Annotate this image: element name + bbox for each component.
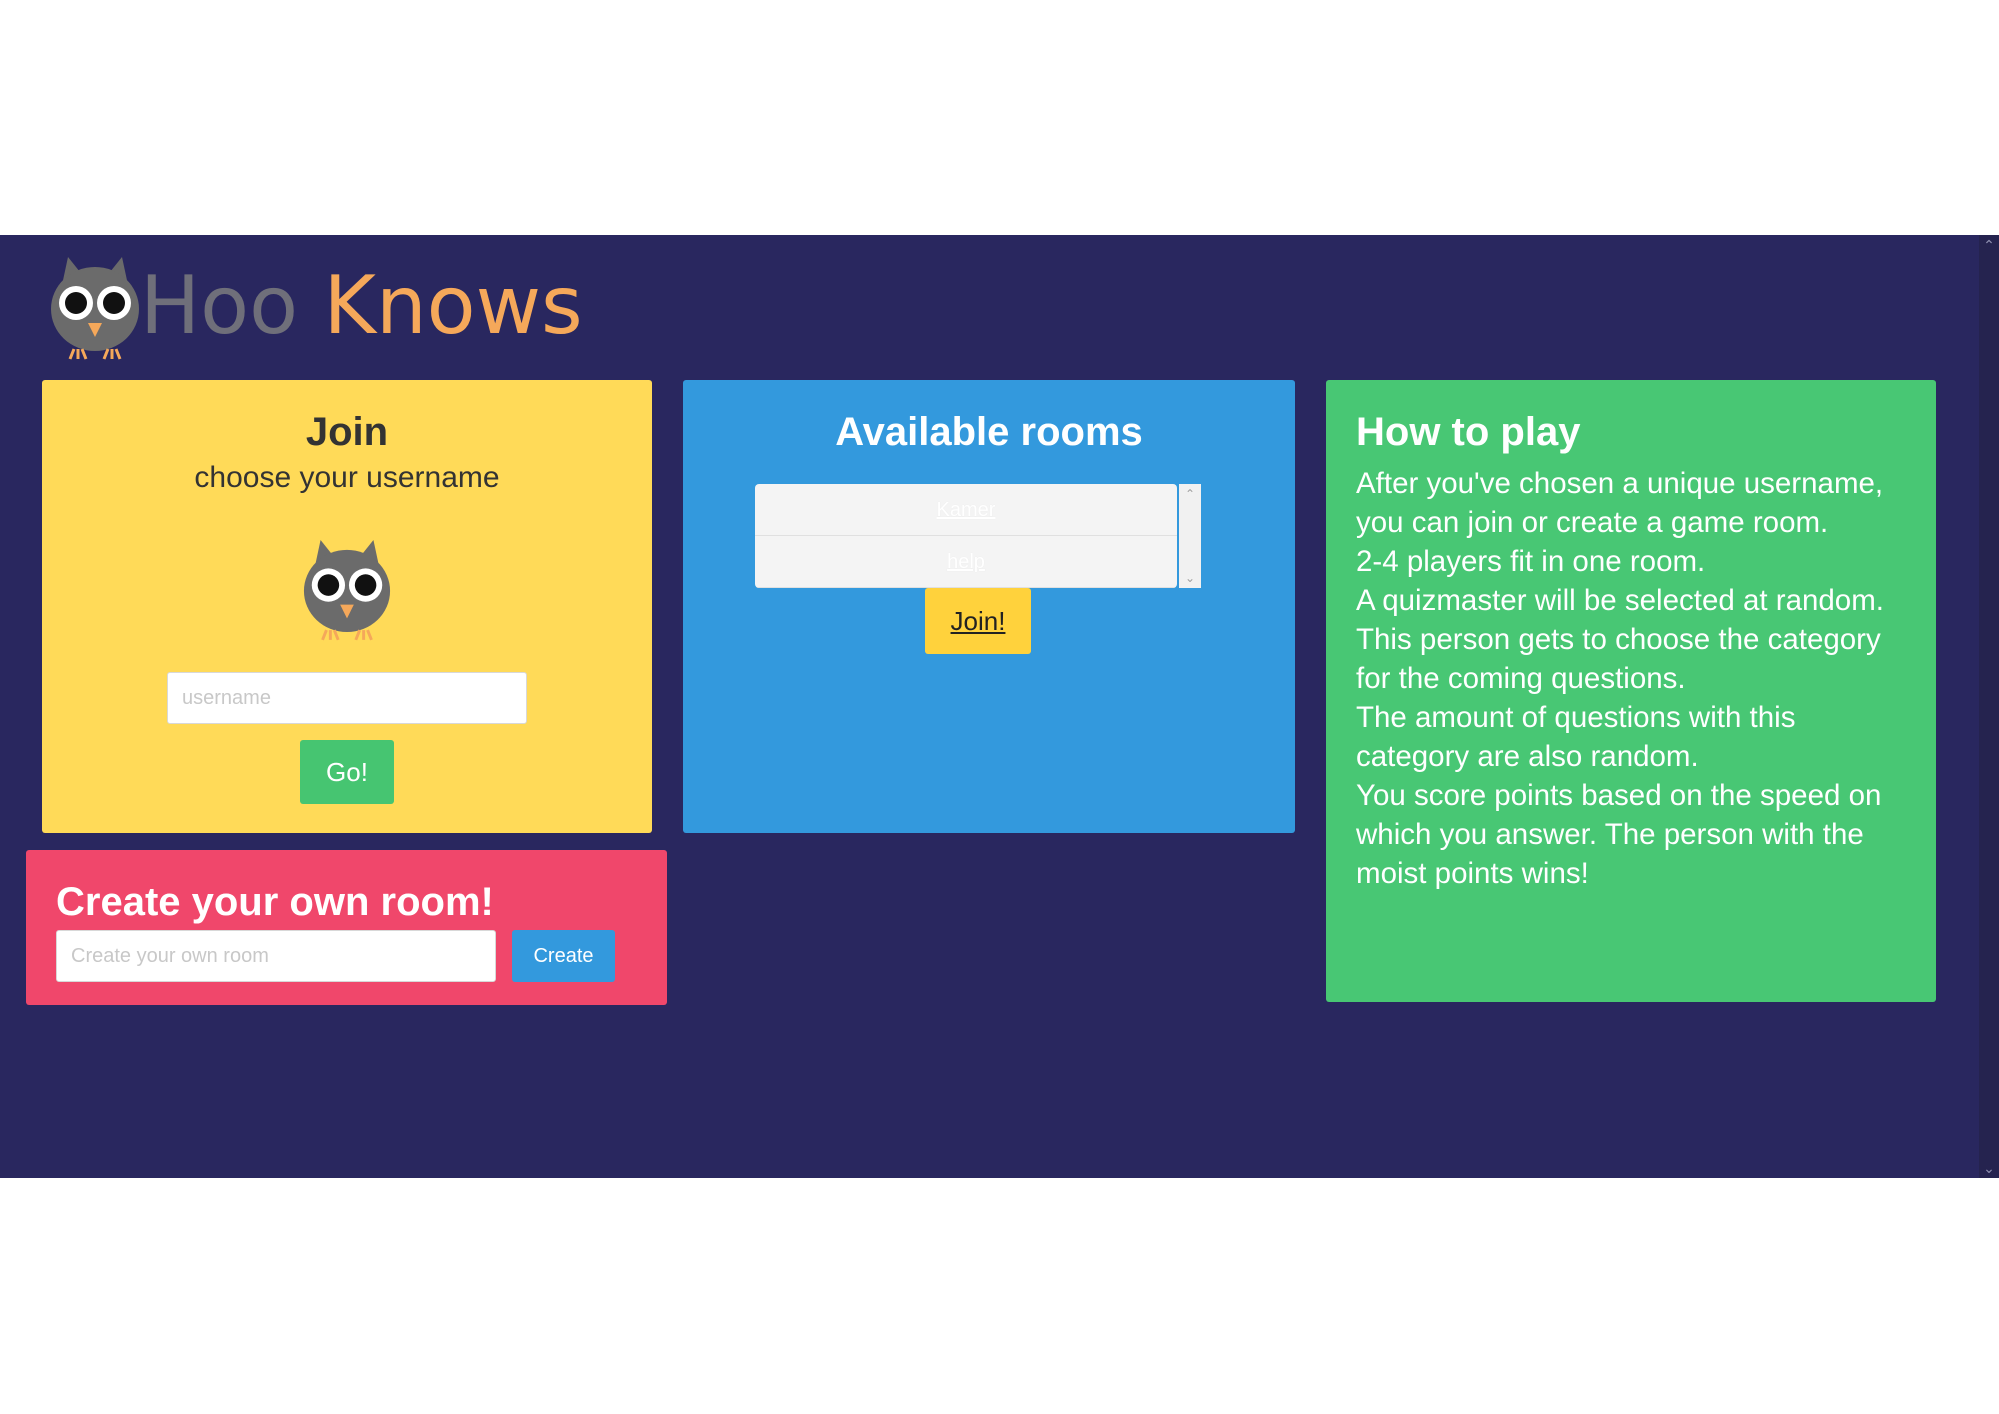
join-room-button[interactable]: Join! [925,588,1031,654]
create-room-title: Create your own room! [56,880,494,924]
room-list[interactable]: Kamer help [755,484,1177,588]
go-button[interactable]: Go! [300,740,394,804]
howto-title: How to play [1356,410,1581,454]
page-scroll-down-icon[interactable]: ⌄ [1979,1158,1999,1178]
app-title-hoo: Hoo [140,259,299,352]
room-name-input[interactable] [56,930,496,982]
room-list-scrollbar[interactable]: ⌃ ⌄ [1179,484,1201,588]
create-room-button[interactable]: Create [512,930,615,982]
join-title: Join [305,410,389,454]
create-room-form: Create [56,930,637,982]
how-to-play-card: How to play After you've chosen a unique… [1326,380,1936,1002]
scroll-up-icon[interactable]: ⌃ [1179,484,1201,504]
join-card: Join choose your username Go! [42,380,652,833]
join-subtitle: choose your username [194,461,500,494]
available-rooms-card: Available rooms Kamer help ⌃ ⌄ Join! [683,380,1295,833]
rooms-title: Available rooms [835,410,1143,454]
howto-text: After you've chosen a unique username, y… [1356,464,1906,893]
howto-line: The amount of questions with this catego… [1356,701,1796,773]
howto-line: After you've chosen a unique username, y… [1356,467,1884,539]
username-input[interactable] [167,672,527,724]
owl-logo-icon [51,257,139,360]
create-room-card: Create your own room! Create [26,850,667,1005]
room-list-item[interactable]: Kamer [755,484,1177,536]
owl-avatar-icon [303,540,391,641]
howto-line: 2-4 players fit in one room. [1356,545,1706,578]
scroll-down-icon[interactable]: ⌄ [1179,568,1201,588]
page-scroll-up-icon[interactable]: ⌃ [1979,235,1999,255]
app-viewport: Hoo Knows Join choose your username Go! … [0,235,1999,1178]
room-list-item[interactable]: help [755,536,1177,588]
page-scrollbar[interactable]: ⌃ ⌄ [1979,235,1999,1178]
app-title-knows: Knows [323,259,583,352]
howto-line: A quizmaster will be selected at random.… [1356,584,1884,695]
app-title: Hoo Knows [140,251,583,361]
room-list-container: Kamer help ⌃ ⌄ [755,484,1201,588]
header: Hoo Knows [48,251,583,361]
howto-line: You score points based on the speed on w… [1356,779,1882,890]
